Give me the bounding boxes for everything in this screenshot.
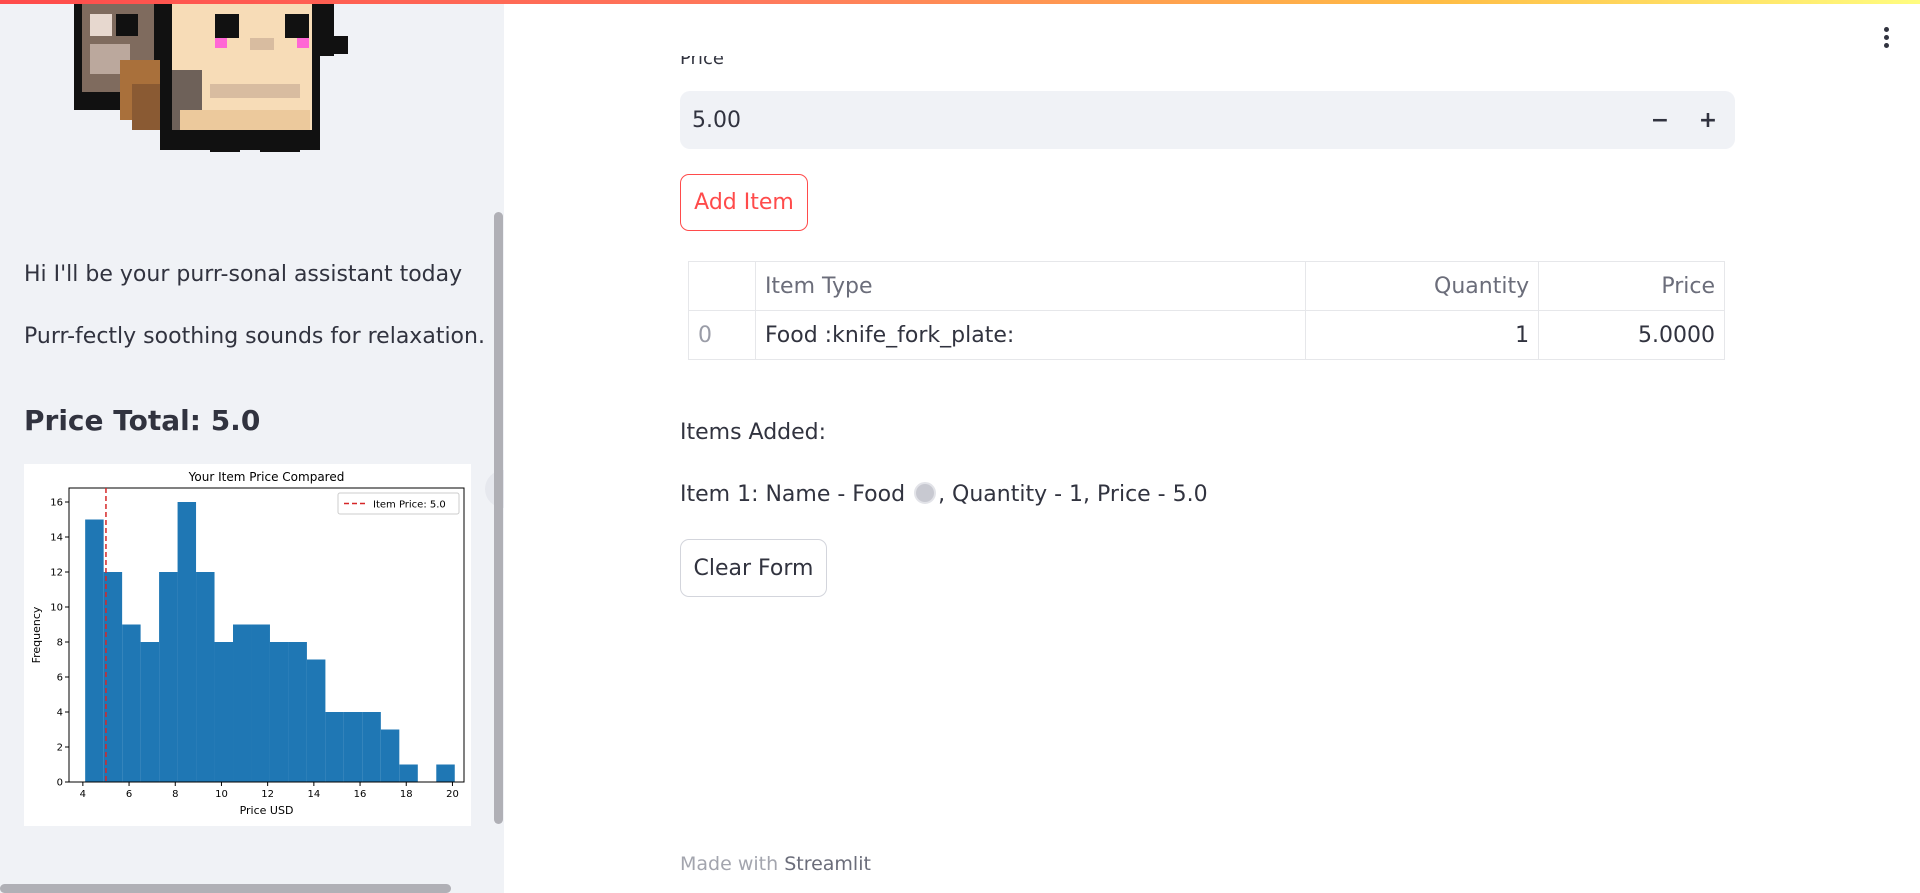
table-header-index[interactable] (688, 261, 756, 311)
x-tick-label: 20 (446, 789, 459, 800)
y-tick-label: 0 (57, 778, 63, 789)
histogram-bar (251, 624, 270, 782)
histogram-bar (325, 712, 344, 782)
y-tick-label: 4 (57, 708, 63, 719)
histogram-bar (343, 712, 363, 782)
price-number-input: − + (680, 91, 1735, 149)
table-row: 0 Food :knife_fork_plate: 1 5.0000 (688, 310, 1725, 360)
histogram-bar (380, 729, 400, 782)
x-tick-label: 4 (80, 789, 86, 800)
x-axis-label: Price USD (240, 804, 294, 817)
streamlit-link[interactable]: Streamlit (784, 853, 871, 875)
histogram-bar (159, 572, 178, 782)
row-index: 0 (688, 310, 756, 360)
items-added-line: Item 1: Name - Food , Quantity - 1, Pric… (680, 482, 1208, 507)
row-quantity[interactable]: 1 (1305, 310, 1540, 360)
price-total-heading: Price Total: 5.0 (24, 404, 261, 437)
histogram-bar (214, 642, 234, 782)
footer-prefix: Made with (680, 853, 779, 875)
item-line-prefix: Item 1: Name - Food (680, 482, 906, 507)
price-input[interactable] (692, 91, 1592, 149)
y-tick-label: 16 (50, 498, 63, 509)
y-axis-label: Frequency (30, 606, 43, 663)
plate-emoji-icon (914, 482, 937, 504)
chart-title: Your Item Price Compared (188, 470, 345, 484)
sidebar-horizontal-scrollbar[interactable] (0, 884, 451, 893)
decrement-button[interactable]: − (1640, 100, 1680, 140)
legend-label: Item Price: 5.0 (373, 500, 446, 511)
histogram-bar (85, 519, 104, 782)
x-tick-label: 16 (354, 789, 367, 800)
x-tick-label: 10 (215, 789, 228, 800)
y-tick-label: 2 (57, 743, 63, 754)
histogram-bar (269, 642, 289, 782)
assistant-greeting: Hi I'll be your purr-sonal assistant tod… (24, 262, 463, 287)
item-line-suffix: , Quantity - 1, Price - 5.0 (938, 482, 1208, 507)
x-tick-label: 12 (261, 789, 274, 800)
items-table: Item Type Quantity Price 0 Food :knife_f… (688, 261, 1725, 360)
y-tick-label: 12 (50, 568, 63, 579)
x-tick-label: 18 (400, 789, 413, 800)
histogram-bar (196, 572, 215, 782)
histogram-bar (436, 764, 455, 782)
histogram-svg: 4 6 8 10 12 14 16 18 20 0 2 4 6 8 10 12 14 16 Your Item Pr… (30, 470, 465, 817)
histogram-bar (288, 642, 307, 782)
price-histogram-chart: 4 6 8 10 12 14 16 18 20 0 2 4 6 8 10 12 14 16 Your Item Pr… (24, 464, 471, 826)
x-tick-label: 14 (307, 789, 320, 800)
assistant-tagline: Purr-fectly soothing sounds for relaxati… (24, 324, 485, 349)
main-menu-button[interactable] (1876, 25, 1896, 49)
row-price[interactable]: 5.0000 (1538, 310, 1725, 360)
histogram-bar (177, 502, 197, 782)
histogram-bar (306, 659, 326, 782)
y-tick-label: 8 (57, 638, 63, 649)
row-item-type[interactable]: Food :knife_fork_plate: (754, 310, 1307, 360)
items-added-heading: Items Added: (680, 420, 827, 445)
histogram-bar (233, 624, 252, 782)
increment-button[interactable]: + (1688, 100, 1728, 140)
table-header-quantity[interactable]: Quantity (1305, 261, 1540, 311)
histogram-bar (399, 764, 418, 782)
y-tick-label: 10 (50, 603, 63, 614)
top-decoration-bar (0, 0, 1920, 4)
histogram-bar (122, 624, 141, 782)
sidebar-vertical-scrollbar[interactable] (494, 212, 503, 824)
table-header-item-type[interactable]: Item Type (754, 261, 1307, 311)
price-field-label: Price (680, 56, 724, 69)
histogram-bar (140, 642, 160, 782)
kebab-menu-icon (1883, 27, 1889, 32)
y-tick-label: 6 (57, 673, 63, 684)
x-tick-label: 8 (172, 789, 178, 800)
table-header-row: Item Type Quantity Price (688, 261, 1725, 311)
table-header-price[interactable]: Price (1538, 261, 1725, 311)
footer: Made with Streamlit (680, 853, 871, 875)
sidebar: Hi I'll be your purr-sonal assistant tod… (0, 0, 504, 893)
histogram-bar (362, 712, 381, 782)
main-content: Price − + Add Item Item Type Quantity Pr… (504, 0, 1920, 893)
pixel-cat-image (60, 0, 370, 190)
x-tick-label: 6 (126, 789, 132, 800)
y-tick-label: 14 (50, 533, 63, 544)
add-item-button[interactable]: Add Item (680, 174, 808, 231)
clear-form-button[interactable]: Clear Form (680, 539, 827, 597)
